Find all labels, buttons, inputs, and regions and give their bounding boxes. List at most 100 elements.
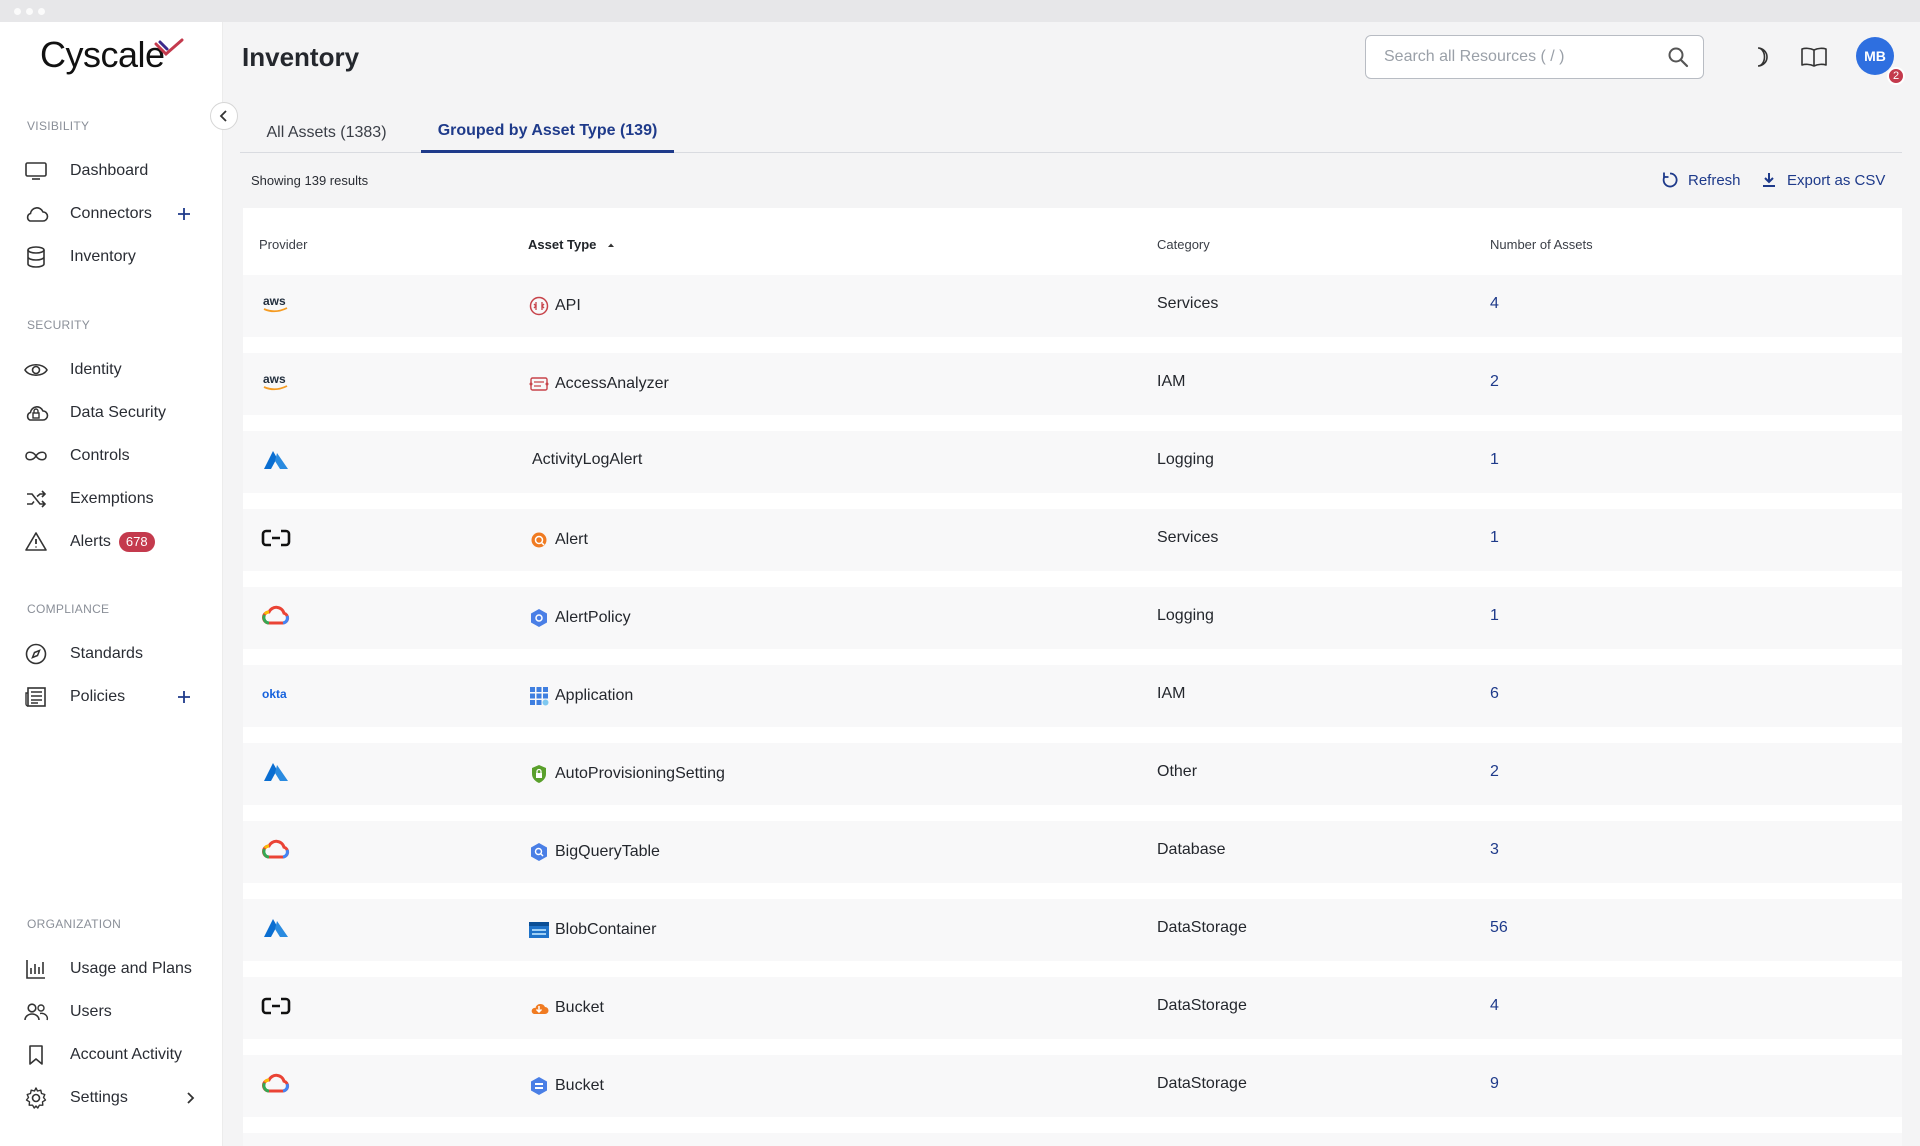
gear-icon [22,1084,50,1112]
tab-all-assets[interactable]: All Assets (1383) [240,112,413,153]
add-policy-button[interactable] [172,685,196,709]
table-row[interactable]: BigQueryTable Database 3 [243,821,1902,883]
column-header-label: Asset Type [528,237,597,252]
sidebar-item-account-activity[interactable]: Account Activity [22,1038,212,1072]
asset-count-link[interactable]: 4 [1490,997,1499,1015]
column-header-provider[interactable]: Provider [259,237,307,252]
asset-count-link[interactable]: 1 [1490,451,1499,469]
asset-count-link[interactable]: 56 [1490,919,1508,937]
brand-logo[interactable]: Cyscale [40,34,165,76]
documentation-button[interactable] [1799,42,1829,72]
category-cell: Services [1157,295,1219,312]
sidebar-item-usage-and-plans[interactable]: Usage and Plans [22,952,212,986]
asset-count-link[interactable]: 4 [1490,295,1499,313]
category-cell: IAM [1157,685,1186,702]
asset-count-link[interactable]: 1 [1490,529,1499,547]
sidebar-item-exemptions[interactable]: Exemptions [22,482,212,516]
google-cloud-logo-icon [259,835,293,865]
theme-toggle-button[interactable] [1745,42,1775,72]
asset-type-cell: BlobContainer [528,919,656,941]
newspaper-icon [22,683,50,711]
notification-badge: 2 [1887,67,1905,85]
users-icon [22,998,50,1026]
api-gateway-icon [528,295,550,317]
category-cell: Logging [1157,451,1214,468]
asset-type-label: AutoProvisioningSetting [555,765,725,782]
category-cell: Database [1157,841,1226,858]
refresh-button[interactable]: Refresh [1660,170,1741,190]
table-row[interactable]: BlobContainer DataStorage 56 [243,899,1902,961]
eye-icon [22,356,50,384]
sidebar-item-policies[interactable]: Policies [22,680,212,714]
table-row[interactable]: Alert Services 1 [243,509,1902,571]
asset-type-label: Application [555,687,634,704]
sidebar-item-alerts[interactable]: Alerts 678 [22,525,212,559]
alerts-count-badge: 678 [118,532,155,552]
sidebar-item-connectors[interactable]: Connectors [22,197,212,231]
asset-type-label: AccessAnalyzer [555,375,669,392]
table-row[interactable]: Bucket DataStorage 9 [243,1055,1902,1117]
asset-type-cell: Bucket [528,1075,604,1097]
section-label-compliance: COMPLIANCE [27,602,110,616]
asset-count-link[interactable]: 2 [1490,763,1499,781]
database-icon [22,243,50,271]
asset-count-link[interactable]: 3 [1490,841,1499,859]
table-row[interactable]: AutoProvisioningSetting Other 2 [243,743,1902,805]
asset-type-label: Bucket [555,1077,604,1094]
table-row[interactable] [243,1133,1902,1146]
export-csv-button[interactable]: Export as CSV [1759,170,1885,190]
svg-text:aws: aws [263,372,286,386]
sidebar-item-dashboard[interactable]: Dashboard [22,154,212,188]
sidebar-item-identity[interactable]: Identity [22,353,212,387]
search-icon[interactable] [1667,46,1689,68]
asset-count-link[interactable]: 1 [1490,607,1499,625]
section-label-organization: ORGANIZATION [27,917,122,931]
window-dot [14,8,21,15]
sidebar-item-controls[interactable]: Controls [22,439,212,473]
infinity-icon [22,442,50,470]
column-header-category[interactable]: Category [1157,237,1210,252]
category-cell: Services [1157,529,1219,546]
table-row[interactable]: Bucket DataStorage 4 [243,977,1902,1039]
bookmark-icon [22,1041,50,1069]
logo-mark-icon [154,38,184,57]
bar-chart-icon [22,955,50,983]
add-connector-button[interactable] [172,202,196,226]
asset-type-cell: Bucket [528,997,604,1019]
table-header: Provider Asset Type Category Number of A… [243,208,1902,273]
asset-count-link[interactable]: 9 [1490,1075,1499,1093]
section-label-security: SECURITY [27,318,91,332]
sidebar-item-standards[interactable]: Standards [22,637,212,671]
collapse-sidebar-button[interactable] [210,102,238,130]
sidebar-item-inventory[interactable]: Inventory [22,240,212,274]
search-input[interactable] [1384,48,1664,66]
okta-logo-icon: okta [259,679,293,709]
sidebar-item-settings[interactable]: Settings [22,1081,212,1115]
sidebar-item-data-security[interactable]: Data Security [22,396,212,430]
table-row[interactable]: aws API Services 4 [243,275,1902,337]
table-row[interactable]: aws AccessAnalyzer IAM 2 [243,353,1902,415]
sidebar-item-users[interactable]: Users [22,995,212,1029]
table-row[interactable]: ActivityLogAlert Logging 1 [243,431,1902,493]
table-row[interactable]: okta Application IAM 6 [243,665,1902,727]
column-header-number-of-assets[interactable]: Number of Assets [1490,237,1593,252]
asset-count-link[interactable]: 2 [1490,373,1499,391]
asset-count-link[interactable]: 6 [1490,685,1499,703]
asset-type-cell: ActivityLogAlert [532,451,642,469]
category-cell: DataStorage [1157,919,1247,936]
table-row[interactable]: AlertPolicy Logging 1 [243,587,1902,649]
plus-icon [178,208,190,220]
blob-container-icon [528,919,550,941]
category-cell: Logging [1157,607,1214,624]
asset-type-cell: Alert [528,529,588,551]
tab-grouped-by-asset-type[interactable]: Grouped by Asset Type (139) [421,112,674,153]
moon-icon [1757,47,1768,67]
column-header-asset-type[interactable]: Asset Type [528,237,616,252]
category-cell: IAM [1157,373,1186,390]
category-cell: Other [1157,763,1198,780]
category-cell: DataStorage [1157,997,1247,1014]
asset-type-cell: API [528,295,581,317]
section-label-visibility: VISIBILITY [27,119,90,133]
asset-type-cell: AlertPolicy [528,607,631,629]
global-search[interactable] [1365,35,1704,79]
